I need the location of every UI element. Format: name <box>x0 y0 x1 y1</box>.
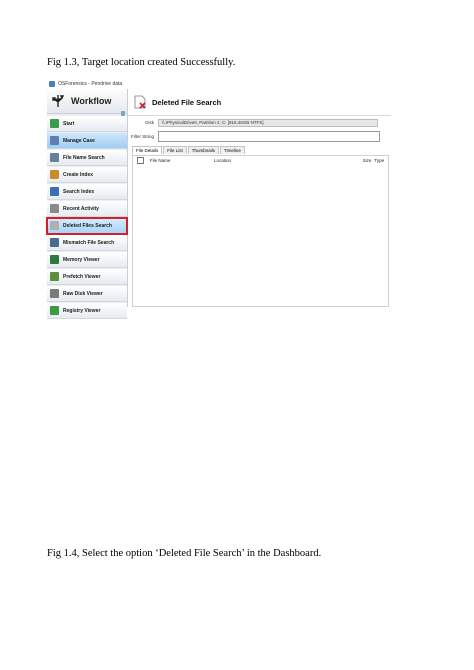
sidebar-item-recent-activity[interactable]: Recent Activity <box>47 201 127 217</box>
column-size[interactable]: Size <box>358 158 375 163</box>
memory-icon <box>50 255 59 264</box>
sidebar-item-search-index[interactable]: Search Index <box>47 184 127 200</box>
sidebar-items: Start Manage Case File Name Search Create I… <box>46 116 128 320</box>
search-index-icon <box>50 187 59 196</box>
mismatch-icon <box>50 238 59 247</box>
sidebar-item-memory-viewer[interactable]: Memory Viewer <box>47 252 127 268</box>
case-icon <box>50 136 59 145</box>
column-location[interactable]: Location <box>214 158 358 163</box>
filter-label: Filter String <box>130 134 154 139</box>
usb-icon <box>52 95 65 107</box>
sidebar-item-label: Raw Disk Viewer <box>63 290 103 297</box>
deleted-document-icon <box>134 95 146 109</box>
filter-string-input[interactable] <box>158 131 380 142</box>
sidebar-item-label: File Name Search <box>63 154 105 161</box>
sidebar-item-label: Registry Viewer <box>63 307 101 314</box>
column-type[interactable]: Type <box>374 158 388 163</box>
figure-caption-1-4: Fig 1.4, Select the option ‘Deleted File… <box>47 548 322 559</box>
sidebar-item-create-index[interactable]: Create Index <box>47 167 127 183</box>
disk-row: Disk \\.\PhysicalDrive0, Partition 2, C:… <box>128 117 391 128</box>
prefetch-icon <box>50 272 59 281</box>
column-file-name[interactable]: File Name <box>150 158 214 163</box>
sidebar-item-label: Create Index <box>63 171 94 178</box>
tab-file-list[interactable]: File List <box>163 146 187 154</box>
sidebar-item-label: Search Index <box>63 188 95 195</box>
sidebar-item-label: Manage Case <box>63 137 95 144</box>
sidebar-item-mismatch-file-search[interactable]: Mismatch File Search <box>47 235 127 251</box>
registry-icon <box>50 306 59 315</box>
sidebar-item-label: Deleted Files Search <box>63 222 112 229</box>
sidebar-item-file-name-search[interactable]: File Name Search <box>47 150 127 166</box>
activity-icon <box>50 204 59 213</box>
sidebar-header: Workflow <box>47 89 127 114</box>
file-search-icon <box>50 153 59 162</box>
panel-title: Deleted File Search <box>152 97 222 107</box>
workflow-sidebar: Workflow Start Manage Case File Name Searc… <box>46 89 128 319</box>
sidebar-item-label: Memory Viewer <box>63 256 100 263</box>
sidebar-title: Workflow <box>71 96 112 106</box>
window-titlebar: OSForensics - Pendrive data <box>47 79 391 89</box>
sidebar-item-manage-case[interactable]: Manage Case <box>47 133 127 149</box>
sidebar-item-start[interactable]: Start <box>47 116 127 132</box>
panel-header: Deleted File Search <box>128 89 391 116</box>
select-all-checkbox[interactable] <box>137 157 144 164</box>
sidebar-item-prefetch-viewer[interactable]: Prefetch Viewer <box>47 269 127 285</box>
disk-icon <box>50 289 59 298</box>
sidebar-item-label: Start <box>63 120 75 127</box>
sidebar-item-deleted-files-search[interactable]: Deleted Files Search <box>46 217 128 235</box>
osforensics-screenshot: OSForensics - Pendrive data Workflow Sta… <box>46 79 391 319</box>
sidebar-item-registry-viewer[interactable]: Registry Viewer <box>47 303 127 319</box>
tab-thumbnails[interactable]: Thumbnails <box>187 146 220 154</box>
disk-select[interactable]: \\.\PhysicalDrive0, Partition 2, C: [915… <box>158 118 378 127</box>
window-title: OSForensics - Pendrive data <box>58 81 123 87</box>
disk-value: \\.\PhysicalDrive0, Partition 2, C: [915… <box>162 120 264 125</box>
filter-row: Filter String <box>128 131 391 142</box>
sidebar-item-label: Recent Activity <box>63 205 99 212</box>
app-icon <box>49 81 55 87</box>
disk-label: Disk <box>145 120 154 125</box>
view-tabs: File Details File List Thumbnails Timeli… <box>132 146 246 154</box>
deleted-file-search-panel: Deleted File Search Disk \\.\PhysicalDri… <box>128 89 391 307</box>
sidebar-item-label: Mismatch File Search <box>63 239 115 246</box>
deleted-file-icon <box>50 221 59 230</box>
sidebar-item-raw-disk-viewer[interactable]: Raw Disk Viewer <box>47 286 127 302</box>
table-header: File Name Location Size Type <box>133 156 388 165</box>
index-icon <box>50 170 59 179</box>
figure-caption-1-3: Fig 1.3, Target location created Success… <box>47 57 236 68</box>
tab-file-details[interactable]: File Details <box>132 146 163 154</box>
sidebar-item-label: Prefetch Viewer <box>63 273 101 280</box>
start-icon <box>50 119 59 128</box>
results-table: File Name Location Size Type <box>132 155 389 307</box>
tab-timeline[interactable]: Timeline <box>220 146 245 154</box>
